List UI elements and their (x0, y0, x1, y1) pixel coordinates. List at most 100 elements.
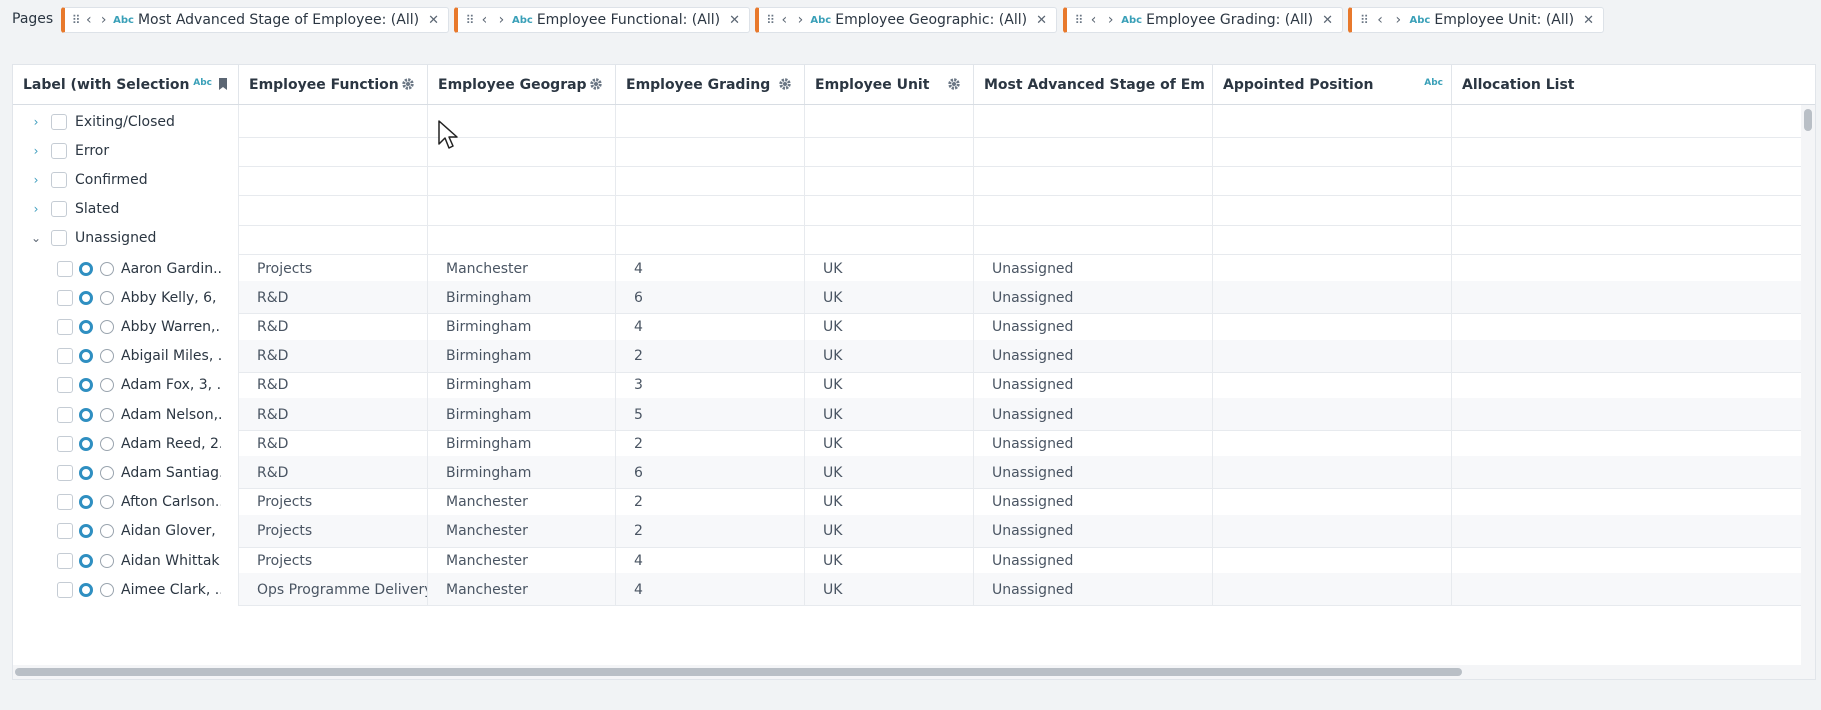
grid-cell[interactable]: UK (805, 252, 974, 285)
grid-cell[interactable] (805, 221, 974, 255)
row-checkbox[interactable] (57, 289, 73, 306)
grid-cell[interactable] (1452, 573, 1801, 606)
grid-cell[interactable] (1452, 281, 1801, 314)
table-row[interactable]: Aimee Clark, ... Ops Programme Delivery Ma… (13, 573, 1815, 607)
grid-cell[interactable]: Unassigned (974, 456, 1213, 490)
grid-cell[interactable]: UK (805, 544, 974, 577)
grid-cell[interactable] (428, 221, 616, 255)
grid-cell[interactable]: Manchester (428, 514, 616, 548)
grid-cell[interactable]: Unassigned (974, 573, 1213, 607)
table-row[interactable]: Abby Warren,... R&D Birmingham 4 UK Unassigne… (13, 310, 1815, 344)
table-row[interactable]: Aidan Glover, ... ProjectsManchester2UKUn… (13, 514, 1815, 548)
drag-handle-icon[interactable]: ⠿ (71, 13, 81, 27)
grid-cell[interactable]: Birmingham (428, 427, 616, 461)
grid-cell[interactable]: 4 (616, 573, 805, 607)
grid-cell[interactable] (805, 192, 974, 226)
group-label-cell[interactable]: › Exiting/Closed (13, 105, 239, 138)
chevron-right-icon[interactable]: › (29, 173, 43, 187)
radio-unselected[interactable] (100, 582, 114, 597)
grid-cell[interactable] (239, 105, 428, 138)
row-checkbox[interactable] (57, 552, 73, 569)
grid-cell[interactable] (1213, 456, 1452, 490)
grid-cell[interactable] (1213, 105, 1452, 138)
group-label-cell[interactable]: › Error (13, 134, 239, 168)
grid-cell[interactable]: Birmingham (428, 456, 616, 490)
column-header-employee-functional[interactable]: Employee Functional (239, 65, 428, 104)
grid-cell[interactable]: 2 (616, 427, 805, 461)
column-header-employee-grading[interactable]: Employee Grading (616, 65, 805, 104)
radio-selected[interactable] (79, 436, 93, 451)
grid-cell[interactable]: Birmingham (428, 339, 616, 373)
grid-cell[interactable]: Manchester (428, 252, 616, 285)
grid-cell[interactable] (1452, 486, 1801, 519)
chevron-left-icon[interactable]: ‹ (1371, 12, 1389, 28)
row-checkbox[interactable] (57, 494, 73, 511)
radio-unselected[interactable] (100, 436, 114, 451)
grid-cell[interactable] (805, 134, 974, 168)
grid-cell[interactable]: UK (805, 514, 974, 548)
grid-cell[interactable]: UK (805, 281, 974, 315)
grid-cell[interactable]: R&D (239, 310, 428, 344)
grid-cell[interactable] (805, 163, 974, 197)
column-header-appointed-position[interactable]: Appointed Position Abc (1213, 65, 1452, 104)
filter-chip-label[interactable]: Employee Grading: (All) (1146, 12, 1313, 28)
row-label-cell[interactable]: Adam Nelson,... (13, 398, 239, 431)
radio-unselected[interactable] (100, 553, 114, 568)
row-checkbox[interactable] (57, 260, 73, 277)
grid-cell[interactable] (616, 134, 805, 168)
grid-cell[interactable]: UK (805, 573, 974, 607)
grid-cell[interactable] (1452, 398, 1801, 431)
grid-cell[interactable]: Manchester (428, 485, 616, 519)
radio-selected[interactable] (79, 261, 93, 276)
grid-cell[interactable]: R&D (239, 398, 428, 431)
grid-cell[interactable]: Unassigned (974, 310, 1213, 344)
gear-icon[interactable] (401, 77, 415, 91)
column-header-allocation-list[interactable]: Allocation List (1452, 65, 1815, 104)
gear-icon[interactable] (778, 77, 792, 91)
row-label-cell[interactable]: Adam Santiag... (13, 456, 239, 490)
grid-cell[interactable] (1213, 573, 1452, 607)
column-header-label[interactable]: Label (with Selection Ic... Abc (13, 65, 239, 104)
row-label-cell[interactable]: Afton Carlson... (13, 485, 239, 519)
radio-unselected[interactable] (100, 349, 114, 364)
row-checkbox[interactable] (51, 142, 67, 159)
grid-cell[interactable] (805, 105, 974, 138)
grid-cell[interactable]: R&D (239, 339, 428, 373)
radio-unselected[interactable] (100, 407, 114, 422)
grid-cell[interactable] (1452, 310, 1801, 343)
row-label-cell[interactable]: Abigail Miles, ... (13, 339, 239, 373)
gear-icon[interactable] (589, 77, 603, 91)
grid-cell[interactable] (1452, 163, 1801, 196)
drag-handle-icon[interactable]: ⠿ (765, 13, 776, 27)
row-checkbox[interactable] (51, 171, 67, 188)
grid-cell[interactable]: Unassigned (974, 368, 1213, 402)
grid-cell[interactable]: Unassigned (974, 514, 1213, 548)
row-label-cell[interactable]: Aidan Glover, ... (13, 514, 239, 548)
grid-cell[interactable]: Ops Programme Delivery (239, 573, 428, 607)
row-label-cell[interactable]: Aaron Gardin... (13, 252, 239, 285)
grid-cell[interactable] (974, 221, 1213, 255)
scrollbar-thumb[interactable] (1804, 109, 1812, 131)
grid-cell[interactable] (239, 221, 428, 255)
row-label-cell[interactable]: Abby Warren,... (13, 310, 239, 344)
grid-cell[interactable]: UK (805, 485, 974, 519)
radio-unselected[interactable] (100, 465, 114, 480)
filter-chip-most-advanced-stage[interactable]: ⠿ ‹ › Abc Most Advanced Stage of Employe… (61, 7, 449, 33)
column-header-employee-geographic[interactable]: Employee Geograp... (428, 65, 616, 104)
chevron-left-icon[interactable]: ‹ (776, 12, 792, 28)
grid-cell[interactable]: 6 (616, 456, 805, 490)
grid-cell[interactable] (428, 163, 616, 197)
chevron-right-icon[interactable]: › (29, 202, 43, 216)
chevron-right-icon[interactable]: › (29, 115, 43, 129)
grid-cell[interactable]: R&D (239, 368, 428, 402)
radio-selected[interactable] (79, 524, 93, 539)
grid-cell[interactable]: UK (805, 310, 974, 344)
filter-chip-employee-grading[interactable]: ⠿ ‹ › Abc Employee Grading: (All) ✕ (1063, 7, 1343, 33)
grid-cell[interactable]: Projects (239, 514, 428, 548)
grid-cell[interactable] (1452, 427, 1801, 460)
grid-cell[interactable] (1213, 221, 1452, 255)
close-icon[interactable]: ✕ (1027, 13, 1056, 28)
grid-cell[interactable]: UK (805, 427, 974, 461)
group-row[interactable]: › Exiting/Closed (13, 105, 1815, 138)
grid-cell[interactable]: R&D (239, 427, 428, 461)
